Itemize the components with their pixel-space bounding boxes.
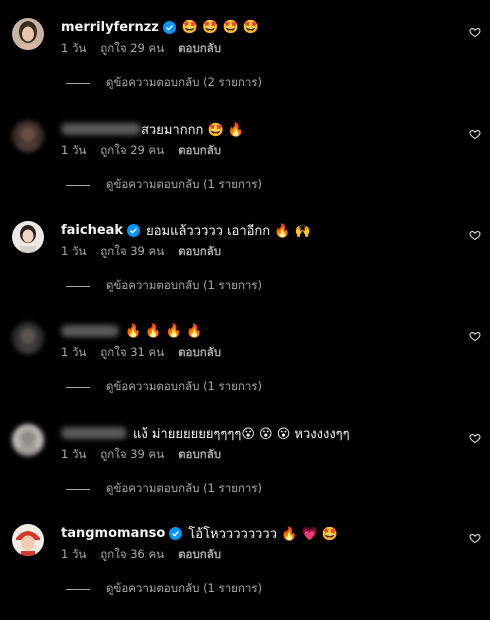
view-replies-label: ดูข้อความตอบกลับ (1 รายการ) <box>106 278 262 292</box>
username[interactable]: merrilyfernzz <box>61 20 159 35</box>
avatar[interactable] <box>12 221 44 253</box>
comment-time: 1 วัน <box>61 244 87 258</box>
view-replies-button[interactable]: ดูข้อความตอบกลับ (1 รายการ) <box>66 176 262 194</box>
verified-badge-icon <box>162 20 176 34</box>
comment-item: faicheak ยอมแล้ววววว เอาอีกก 🔥 🙌 1 วัน ถ… <box>0 217 490 317</box>
divider <box>66 82 90 84</box>
comment-time: 1 วัน <box>61 447 87 461</box>
view-replies-button[interactable]: ดูข้อความตอบกลับ (1 รายการ) <box>66 580 262 598</box>
reply-button[interactable]: ตอบกลับ <box>178 142 221 160</box>
like-heart-icon[interactable] <box>469 26 481 38</box>
comment-time: 1 วัน <box>61 41 87 55</box>
view-replies-label: ดูข้อความตอบกลับ (1 รายการ) <box>106 379 262 393</box>
likes-count[interactable]: ถูกใจ 31 คน <box>100 344 164 362</box>
reply-button[interactable]: ตอบกลับ <box>178 243 221 261</box>
comment-text: 🤩 🤩 🤩 🤩 <box>181 19 259 35</box>
view-replies-button[interactable]: ดูข้อความตอบกลับ (1 รายการ) <box>66 277 262 295</box>
divider <box>66 488 90 490</box>
like-heart-icon[interactable] <box>469 432 481 444</box>
reply-button[interactable]: ตอบกลับ <box>178 446 221 464</box>
divider <box>66 285 90 287</box>
likes-count[interactable]: ถูกใจ 29 คน <box>100 40 164 58</box>
reply-button[interactable]: ตอบกลับ <box>178 546 221 564</box>
divider <box>66 386 90 388</box>
likes-count[interactable]: ถูกใจ 29 คน <box>100 142 164 160</box>
avatar[interactable] <box>12 322 44 354</box>
verified-badge-icon <box>127 223 141 237</box>
username-blurred[interactable] <box>61 427 127 439</box>
likes-count[interactable]: ถูกใจ 39 คน <box>100 446 164 464</box>
comment-time: 1 วัน <box>61 345 87 359</box>
comment-item: merrilyfernzz 🤩 🤩 🤩 🤩 1 วัน ถูกใจ 29 คน … <box>0 14 490 114</box>
view-replies-button[interactable]: ดูข้อความตอบกลับ (2 รายการ) <box>66 74 262 92</box>
comment-text: ยอมแล้ววววว เอาอีกก 🔥 🙌 <box>146 223 311 239</box>
avatar[interactable] <box>12 120 44 152</box>
comments-list: merrilyfernzz 🤩 🤩 🤩 🤩 1 วัน ถูกใจ 29 คน … <box>0 0 490 611</box>
comment-text: 🔥 🔥 🔥 🔥 <box>125 323 203 339</box>
divider <box>66 184 90 186</box>
comment-text: แง้ ม่ายยยยยยๆๆๆๆ😮 😮 😮 หวงงงงๆๆ <box>133 426 350 442</box>
username-blurred[interactable] <box>61 325 119 337</box>
reply-button[interactable]: ตอบกลับ <box>178 40 221 58</box>
view-replies-label: ดูข้อความตอบกลับ (1 รายการ) <box>106 581 262 595</box>
like-heart-icon[interactable] <box>469 128 481 140</box>
likes-count[interactable]: ถูกใจ 39 คน <box>100 243 164 261</box>
view-replies-label: ดูข้อความตอบกลับ (1 รายการ) <box>106 481 262 495</box>
comment-item: 🔥 🔥 🔥 🔥 1 วัน ถูกใจ 31 คน ตอบกลับ ดูข้อค… <box>0 318 490 418</box>
divider <box>66 588 90 590</box>
view-replies-button[interactable]: ดูข้อความตอบกลับ (1 รายการ) <box>66 378 262 396</box>
comment-item: สวยมากกก 🤩 🔥 1 วัน ถูกใจ 29 คน ตอบกลับ ด… <box>0 116 490 216</box>
comment-text: โอ้โหวววววววว 🔥 💗 🤩 <box>188 526 338 542</box>
view-replies-button[interactable]: ดูข้อความตอบกลับ (1 รายการ) <box>66 480 262 498</box>
username[interactable]: tangmomanso <box>61 526 165 541</box>
like-heart-icon[interactable] <box>469 229 481 241</box>
reply-button[interactable]: ตอบกลับ <box>178 344 221 362</box>
avatar[interactable] <box>12 18 44 50</box>
comment-time: 1 วัน <box>61 547 87 561</box>
like-heart-icon[interactable] <box>469 330 481 342</box>
comment-text: สวยมากกก 🤩 🔥 <box>141 122 244 138</box>
avatar[interactable] <box>12 424 44 456</box>
like-heart-icon[interactable] <box>469 532 481 544</box>
username-blurred[interactable] <box>61 123 141 135</box>
comment-item: แง้ ม่ายยยยยยๆๆๆๆ😮 😮 😮 หวงงงงๆๆ 1 วัน ถู… <box>0 420 490 520</box>
verified-badge-icon <box>169 526 183 540</box>
comment-time: 1 วัน <box>61 143 87 157</box>
view-replies-label: ดูข้อความตอบกลับ (1 รายการ) <box>106 177 262 191</box>
username[interactable]: faicheak <box>61 223 123 238</box>
comment-item: tangmomanso โอ้โหวววววววว 🔥 💗 🤩 1 วัน ถู… <box>0 520 490 620</box>
view-replies-label: ดูข้อความตอบกลับ (2 รายการ) <box>106 75 262 89</box>
likes-count[interactable]: ถูกใจ 36 คน <box>100 546 164 564</box>
avatar[interactable] <box>12 524 44 556</box>
